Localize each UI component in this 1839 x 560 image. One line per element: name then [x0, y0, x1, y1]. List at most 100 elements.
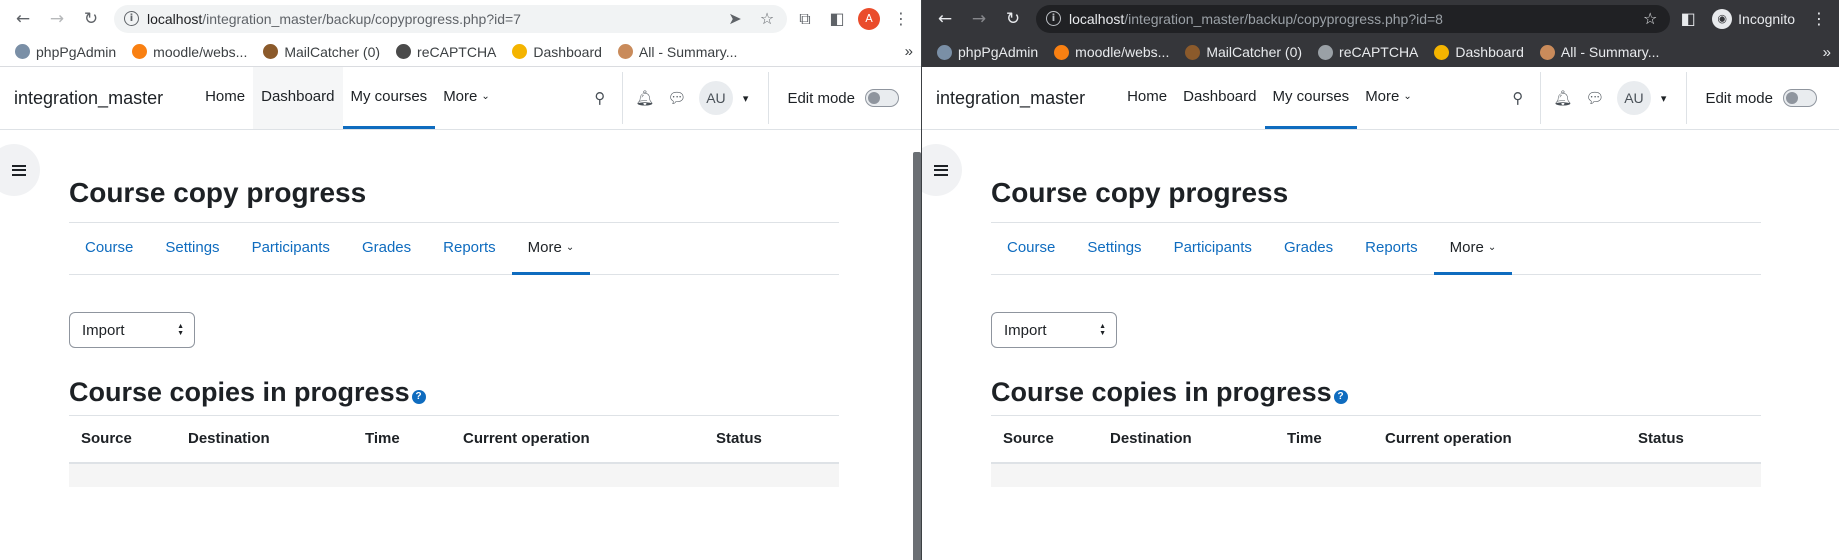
- bookmarks-overflow-icon[interactable]: »: [1823, 44, 1831, 61]
- site-name[interactable]: integration_master: [936, 88, 1085, 109]
- back-arrow-icon[interactable]: ←: [930, 4, 960, 34]
- nav-dashboard[interactable]: Dashboard: [1175, 67, 1264, 129]
- send-icon[interactable]: ➤: [723, 9, 747, 28]
- bookmark-phppgadmin[interactable]: phpPgAdmin: [930, 41, 1045, 63]
- scrollbar[interactable]: [913, 152, 921, 560]
- tab-reports[interactable]: Reports: [427, 223, 512, 275]
- tab-settings[interactable]: Settings: [1071, 223, 1157, 275]
- search-icon[interactable]: ⚲: [1502, 82, 1534, 114]
- tab-more[interactable]: More ⌄: [1433, 223, 1513, 275]
- nav-dashboard[interactable]: Dashboard: [253, 67, 343, 129]
- bookmark-dashboard[interactable]: Dashboard: [505, 41, 609, 63]
- address-bar[interactable]: i localhost/integration_master/backup/co…: [114, 4, 787, 33]
- table-header-row: Source Destination Time Current operatio…: [991, 415, 1761, 464]
- bookmark-mailcatcher[interactable]: MailCatcher (0): [256, 41, 387, 63]
- bookmark-dashboard[interactable]: Dashboard: [1427, 41, 1531, 63]
- nav-my-courses[interactable]: My courses: [1264, 67, 1358, 129]
- tab-grades[interactable]: Grades: [1268, 223, 1349, 275]
- bookmark-label: moodle/webs...: [1075, 44, 1170, 60]
- edit-mode-switch[interactable]: [865, 89, 899, 107]
- user-avatar[interactable]: AU: [698, 81, 733, 115]
- tab-participants[interactable]: Participants: [1158, 223, 1268, 275]
- phppgadmin-favicon-icon: [937, 44, 952, 60]
- bookmark-label: moodle/webs...: [153, 43, 248, 60]
- tab-grades[interactable]: Grades: [346, 223, 427, 275]
- nav-home[interactable]: Home: [1119, 67, 1175, 129]
- copies-table: Source Destination Time Current operatio…: [991, 415, 1761, 487]
- bookmark-mailcatcher[interactable]: MailCatcher (0): [1178, 41, 1309, 63]
- user-menu-chevron-icon[interactable]: ▾: [743, 92, 749, 105]
- tab-course[interactable]: Course: [991, 223, 1071, 275]
- browser-menu-icon[interactable]: ⋮: [1805, 5, 1833, 33]
- bookmark-phppgadmin[interactable]: phpPgAdmin: [8, 41, 123, 63]
- back-arrow-icon[interactable]: ←: [8, 4, 38, 34]
- primary-navigation: Home Dashboard My courses More ⌄: [1119, 67, 1420, 129]
- bookmarks-overflow-icon[interactable]: »: [905, 43, 913, 60]
- url-text[interactable]: localhost/integration_master/backup/copy…: [1069, 11, 1630, 27]
- divider: [768, 72, 770, 124]
- user-avatar[interactable]: AU: [1616, 81, 1651, 115]
- bookmark-star-icon[interactable]: ☆: [755, 9, 779, 28]
- bookmark-recaptcha[interactable]: reCAPTCHA: [1311, 41, 1425, 63]
- messages-icon[interactable]: 💬︎: [1579, 82, 1611, 114]
- help-icon[interactable]: ?: [411, 389, 426, 404]
- secondary-navigation: Course Settings Participants Grades Repo…: [69, 222, 839, 275]
- site-info-icon[interactable]: i: [1046, 11, 1061, 26]
- user-menu-chevron-icon[interactable]: ▾: [1661, 92, 1667, 105]
- address-bar[interactable]: i localhost/integration_master/backup/co…: [1036, 4, 1671, 33]
- course-index-toggle[interactable]: [922, 144, 962, 196]
- reload-icon[interactable]: ↻: [998, 4, 1028, 34]
- tab-course[interactable]: Course: [69, 223, 149, 275]
- chevron-down-icon: ⌄: [1403, 91, 1412, 102]
- incognito-indicator[interactable]: ◉ Incognito: [1706, 8, 1801, 29]
- bookmark-all-summary[interactable]: All - Summary...: [611, 41, 745, 63]
- action-select[interactable]: Import ▲ ▼: [69, 312, 195, 348]
- nav-more[interactable]: More ⌄: [1357, 67, 1420, 129]
- bookmark-label: reCAPTCHA: [1339, 44, 1419, 60]
- url-text[interactable]: localhost/integration_master/backup/copy…: [147, 11, 715, 27]
- action-select[interactable]: Import ▲ ▼: [991, 312, 1117, 348]
- edit-mode-switch[interactable]: [1783, 89, 1817, 107]
- nav-more-label: More: [443, 88, 478, 105]
- browser-toolbar: ← → ↻ i localhost/integration_master/bac…: [0, 0, 921, 37]
- notifications-bell-icon[interactable]: 🔔︎: [1547, 82, 1579, 114]
- url-host: localhost: [1069, 10, 1125, 27]
- tab-participants[interactable]: Participants: [236, 223, 346, 275]
- list-icon: [12, 164, 26, 176]
- nav-my-courses[interactable]: My courses: [342, 67, 436, 129]
- bookmark-all-summary[interactable]: All - Summary...: [1533, 41, 1667, 63]
- nav-more[interactable]: More ⌄: [435, 67, 498, 129]
- messages-icon[interactable]: 💬︎: [661, 82, 693, 114]
- browser-menu-icon[interactable]: ⋮: [887, 5, 915, 33]
- column-header-source: Source: [991, 415, 1098, 464]
- forward-arrow-icon[interactable]: →: [42, 4, 72, 34]
- tab-settings[interactable]: Settings: [149, 223, 235, 275]
- profile-button[interactable]: A: [855, 5, 883, 33]
- bookmark-moodle[interactable]: moodle/webs...: [125, 41, 254, 63]
- search-icon[interactable]: ⚲: [584, 82, 616, 114]
- bookmark-star-icon[interactable]: ☆: [1638, 9, 1662, 28]
- site-name[interactable]: integration_master: [14, 88, 163, 109]
- bookmark-moodle[interactable]: moodle/webs...: [1047, 41, 1176, 63]
- edit-mode-toggle[interactable]: Edit mode: [1693, 89, 1839, 107]
- notifications-bell-icon[interactable]: 🔔︎: [629, 82, 661, 114]
- side-panel-icon[interactable]: ◧: [823, 5, 851, 33]
- edit-mode-toggle[interactable]: Edit mode: [775, 89, 921, 107]
- reload-icon[interactable]: ↻: [76, 4, 106, 34]
- tab-more[interactable]: More ⌄: [511, 223, 591, 275]
- bookmark-label: reCAPTCHA: [417, 43, 497, 60]
- chevron-down-icon: ⌄: [1487, 242, 1497, 253]
- course-index-toggle[interactable]: [0, 144, 40, 196]
- side-panel-icon[interactable]: ◧: [1674, 5, 1702, 33]
- nav-home[interactable]: Home: [197, 67, 253, 129]
- site-info-icon[interactable]: i: [124, 11, 139, 26]
- forward-arrow-icon[interactable]: →: [964, 4, 994, 34]
- extensions-puzzle-icon[interactable]: ⧉: [791, 5, 819, 33]
- bookmarks-bar: phpPgAdmin moodle/webs... MailCatcher (0…: [0, 37, 921, 67]
- help-icon[interactable]: ?: [1333, 389, 1348, 404]
- tab-reports[interactable]: Reports: [1349, 223, 1434, 275]
- page-body: Course copy progress Course Settings Par…: [0, 130, 921, 560]
- mailcatcher-favicon-icon: [1185, 44, 1201, 60]
- globe-favicon-icon: [1318, 44, 1334, 60]
- bookmark-recaptcha[interactable]: reCAPTCHA: [389, 41, 503, 63]
